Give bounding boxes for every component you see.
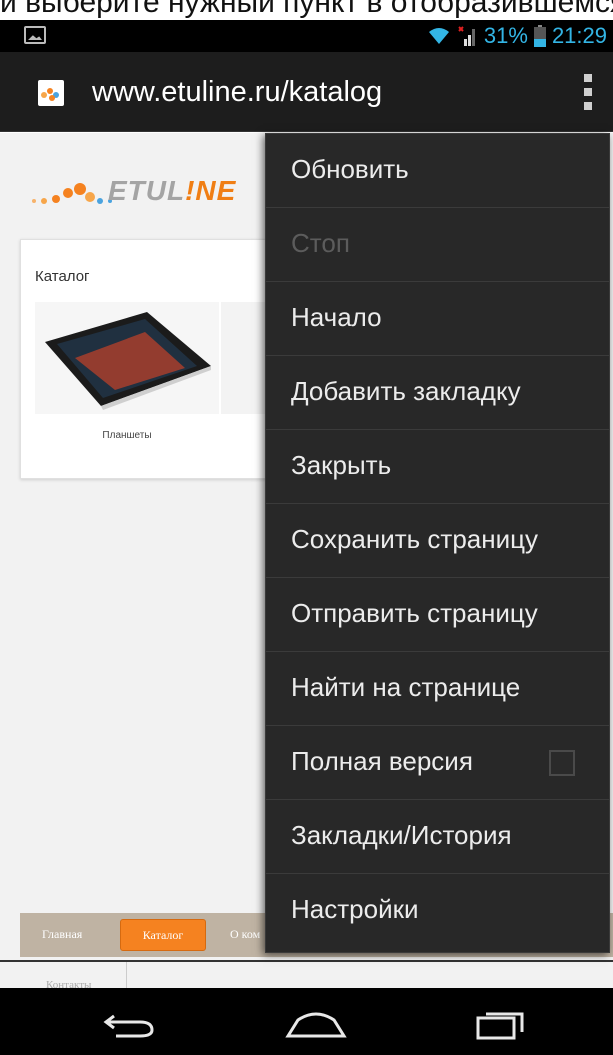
overflow-menu-icon[interactable] bbox=[581, 74, 595, 110]
nav-item-about[interactable]: О ком bbox=[230, 927, 260, 942]
back-icon[interactable] bbox=[100, 1002, 160, 1042]
battery-icon bbox=[533, 25, 546, 47]
tutorial-caption: и выберите нужный пункт в отобразившемся… bbox=[0, 0, 613, 20]
logo-wordmark: ETUL!NE bbox=[108, 175, 237, 206]
clock: 21:29 bbox=[551, 23, 607, 48]
logo-dots-icon bbox=[32, 183, 112, 204]
menu-item-find-on-page[interactable]: Найти на странице bbox=[266, 652, 609, 726]
menu-item-refresh[interactable]: Обновить bbox=[266, 134, 609, 208]
menu-item-desktop-version[interactable]: Полная версия bbox=[266, 726, 609, 800]
tutorial-caption-text: и выберите нужный пункт в отобразившемся… bbox=[0, 0, 613, 19]
footer-separator bbox=[126, 962, 127, 988]
recent-apps-icon[interactable] bbox=[472, 1002, 532, 1042]
status-bar: 31% 21:29 bbox=[0, 20, 613, 52]
desktop-version-checkbox[interactable] bbox=[549, 750, 575, 776]
url-text[interactable]: www.etuline.ru/katalog bbox=[92, 76, 382, 109]
nav-item-home[interactable]: Главная bbox=[42, 927, 82, 942]
footer-link-contacts[interactable]: Контакты bbox=[46, 979, 91, 988]
menu-item-add-bookmark[interactable]: Добавить закладку bbox=[266, 356, 609, 430]
tablet-image bbox=[45, 312, 211, 410]
page-divider bbox=[0, 960, 613, 962]
etuline-favicon-icon bbox=[38, 80, 64, 106]
system-nav-bar bbox=[0, 988, 613, 1055]
menu-item-share-page[interactable]: Отправить страницу bbox=[266, 578, 609, 652]
product-tile-partial[interactable] bbox=[221, 302, 271, 414]
home-icon[interactable] bbox=[284, 1002, 347, 1042]
battery-percent: 31% bbox=[483, 23, 528, 48]
wifi-icon bbox=[428, 27, 450, 45]
product-label[interactable]: Планшеты bbox=[35, 430, 219, 441]
etuline-logo[interactable]: ETUL!NE bbox=[28, 151, 248, 211]
browser-url-bar[interactable]: www.etuline.ru/katalog bbox=[0, 52, 613, 132]
browser-overflow-menu: Обновить Стоп Начало Добавить закладку З… bbox=[265, 133, 610, 953]
menu-item-save-page[interactable]: Сохранить страницу bbox=[266, 504, 609, 578]
menu-item-settings[interactable]: Настройки bbox=[266, 874, 609, 948]
menu-item-stop: Стоп bbox=[266, 208, 609, 282]
menu-item-home[interactable]: Начало bbox=[266, 282, 609, 356]
menu-item-close[interactable]: Закрыть bbox=[266, 430, 609, 504]
catalog-title: Каталог bbox=[35, 268, 90, 285]
signal-icon bbox=[456, 25, 478, 47]
nav-item-catalog[interactable]: Каталог bbox=[120, 919, 206, 951]
menu-item-bookmarks-history[interactable]: Закладки/История bbox=[266, 800, 609, 874]
product-tile-tablets[interactable] bbox=[35, 302, 219, 414]
notification-image-icon bbox=[24, 26, 46, 44]
